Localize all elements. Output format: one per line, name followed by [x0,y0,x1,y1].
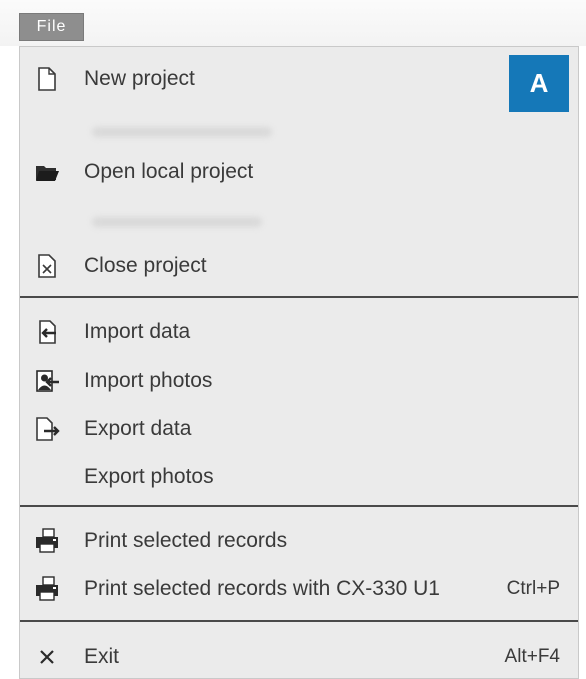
menu-item-print-selected-records[interactable]: Print selected records [20,521,578,561]
menu-item-label: Export photos [84,465,214,488]
blurred-menu-item [92,127,272,137]
menu-item-label: New project [84,67,195,90]
menu-item-label: Export data [84,417,192,440]
menu-item-export-photos[interactable]: Export photos [20,457,578,497]
import-photos-icon [34,368,60,394]
new-document-icon [34,66,60,92]
menu-item-import-photos[interactable]: Import photos [20,361,578,401]
annotation-badge: A [509,55,569,112]
menu-item-label: Print selected records [84,529,288,552]
export-data-icon [34,416,60,442]
menu-item-open-local-project[interactable]: Open local project [20,152,578,192]
menu-bar [0,0,586,46]
menu-item-shortcut: Alt+F4 [504,646,560,667]
blurred-menu-item [92,217,262,227]
menu-item-label: Exit [84,645,120,668]
menu-item-print-selected-records-cx330[interactable]: Print selected records with CX-330 U1 Ct… [20,569,578,609]
menu-item-label: Import photos [84,369,213,392]
menu-separator [20,296,578,298]
menu-item-exit[interactable]: Exit Alt+F4 [20,637,578,677]
menu-item-new-project[interactable]: New project [20,59,578,99]
menu-item-import-data[interactable]: Import data [20,312,578,352]
close-x-icon [34,644,60,670]
menu-item-label: Open local project [84,160,254,183]
menu-separator [20,505,578,507]
menu-item-label: Import data [84,320,191,343]
menu-item-export-data[interactable]: Export data [20,409,578,449]
printer-icon [34,576,60,602]
close-document-icon [34,253,60,279]
menu-item-label: Close project [84,254,207,277]
menu-separator [20,620,578,622]
menu-item-shortcut: Ctrl+P [506,578,560,599]
folder-open-icon [34,159,60,185]
file-menu-tab[interactable]: File [19,13,84,41]
file-menu-dropdown: New project Open local project Close pro… [19,46,579,679]
menu-item-label: Print selected records with CX-330 U1 [84,577,440,600]
menu-item-close-project[interactable]: Close project [20,246,578,286]
import-data-icon [34,319,60,345]
printer-icon [34,528,60,554]
